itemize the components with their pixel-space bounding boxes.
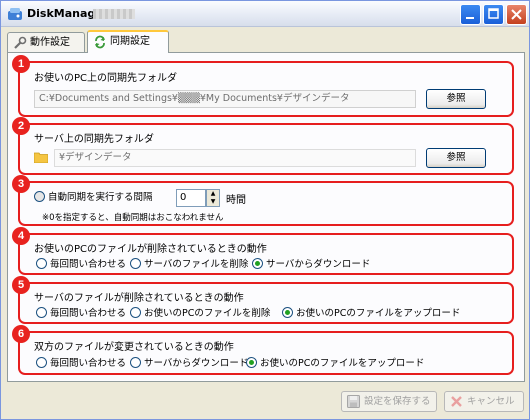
radio-label: 毎回問い合わせる [50,358,127,369]
radio-label: サーバからダウンロード [144,358,249,369]
save-settings-label: 設定を保存する [364,396,431,407]
app-icon [8,8,22,20]
sync-settings-panel: 1 お使いのPC上の同期先フォルダ C:¥Documents and Setti… [7,52,525,382]
radio-option[interactable]: 毎回問い合わせる [36,307,126,321]
radio-indicator [130,258,141,269]
local-deleted-section: 4 お使いのPCのファイルが削除されているときの動作 毎回問い合わせる サーバの… [12,227,514,275]
radio-label: 毎回問い合わせる [50,308,127,319]
wrench-icon [14,36,27,49]
cancel-button[interactable]: キャンセル [444,391,524,412]
auto-sync-section: 3 自動同期を実行する間隔 0 ▲ ▼ 時間 ※0を指定すると、自動同期はおこな… [12,175,514,226]
section-number-badge: 2 [12,117,30,135]
spinner-up-icon[interactable]: ▲ [207,190,219,198]
local-deleted-label: お使いのPCのファイルが削除されているときの動作 [34,244,267,255]
radio-option[interactable]: サーバからダウンロード [252,258,370,272]
cancel-x-icon [451,396,462,407]
local-folder-section: 1 お使いのPC上の同期先フォルダ C:¥Documents and Setti… [12,55,514,117]
cancel-label: キャンセル [467,396,515,407]
radio-indicator [34,191,45,202]
tab-label: 同期設定 [110,36,150,47]
section-number-badge: 6 [12,325,30,343]
auto-sync-label: 自動同期を実行する間隔 [48,192,153,203]
section-number-badge: 4 [12,227,30,245]
radio-label: サーバのファイルを削除 [144,259,249,270]
server-folder-label: サーバ上の同期先フォルダ [34,134,154,145]
section-number-badge: 3 [12,175,30,193]
radio-label: お使いのPCのファイルをアップロード [296,308,461,319]
server-folder-section: 2 サーバ上の同期先フォルダ ¥デザインデータ 参照 [12,117,514,175]
section-number-badge: 5 [12,276,30,294]
radio-indicator [282,307,293,318]
interval-unit: 時間 [226,195,246,206]
minimize-button[interactable] [460,4,481,25]
radio-label: お使いのPCのファイルを削除 [144,308,271,319]
radio-label: 毎回問い合わせる [50,259,127,270]
maximize-icon [488,8,499,19]
radio-option[interactable]: サーバのファイルを削除 [130,258,248,272]
radio-option[interactable]: サーバからダウンロード [130,357,248,371]
tab-label: 動作設定 [30,37,70,48]
radio-label: サーバからダウンロード [266,259,371,270]
close-button[interactable] [506,4,527,25]
radio-indicator [130,357,141,368]
radio-label: お使いのPCのファイルをアップロード [260,358,425,369]
local-folder-browse-button[interactable]: 参照 [426,89,486,109]
title-bar[interactable]: DiskManager [1,1,529,27]
folder-icon [34,152,48,163]
close-icon [511,9,522,20]
both-changed-label: 双方のファイルが変更されているときの動作 [34,342,234,353]
save-settings-button[interactable]: 設定を保存する [341,391,437,412]
tab-bar: 動作設定 同期設定 [7,30,525,53]
auto-sync-option[interactable]: 自動同期を実行する間隔 [34,191,153,205]
radio-indicator [252,258,263,269]
radio-option[interactable]: お使いのPCのファイルをアップロード [246,357,424,371]
server-folder-path-field[interactable]: ¥デザインデータ [54,149,416,167]
radio-option[interactable]: 毎回問い合わせる [36,258,126,272]
tab-operation-settings[interactable]: 動作設定 [7,32,85,52]
radio-indicator [36,307,47,318]
auto-sync-note: ※0を指定すると、自動同期はおこなわれません [42,213,224,223]
radio-indicator [246,357,257,368]
tab-sync-settings[interactable]: 同期設定 [87,30,169,53]
both-changed-section: 6 双方のファイルが変更されているときの動作 毎回問い合わせる サーバからダウン… [12,325,514,375]
app-window: DiskManager 動作設定 同期設定 1 お使いのPC上の同期先フォルダ … [0,0,530,420]
section-number-badge: 1 [12,55,30,73]
radio-option[interactable]: お使いのPCのファイルをアップロード [282,307,460,321]
save-icon [347,395,360,408]
server-deleted-label: サーバのファイルが削除されているときの動作 [34,293,244,304]
server-folder-browse-button[interactable]: 参照 [426,148,486,168]
maximize-button[interactable] [483,4,504,25]
server-deleted-section: 5 サーバのファイルが削除されているときの動作 毎回問い合わせる お使いのPCの… [12,276,514,324]
radio-indicator [36,258,47,269]
auto-sync-interval-input[interactable]: 0 [176,189,206,207]
radio-option[interactable]: 毎回問い合わせる [36,357,126,371]
local-folder-path-field[interactable]: C:¥Documents and Settings¥▒▒▒¥My Documen… [34,90,416,108]
local-folder-label: お使いのPC上の同期先フォルダ [34,73,178,84]
sync-icon [95,35,105,49]
radio-option[interactable]: お使いのPCのファイルを削除 [130,307,270,321]
spinner-down-icon[interactable]: ▼ [207,198,219,206]
radio-indicator [130,307,141,318]
radio-indicator [36,357,47,368]
minimize-icon [466,17,474,19]
redacted-title-suffix [93,9,135,19]
interval-spinner[interactable]: ▲ ▼ [206,189,220,207]
